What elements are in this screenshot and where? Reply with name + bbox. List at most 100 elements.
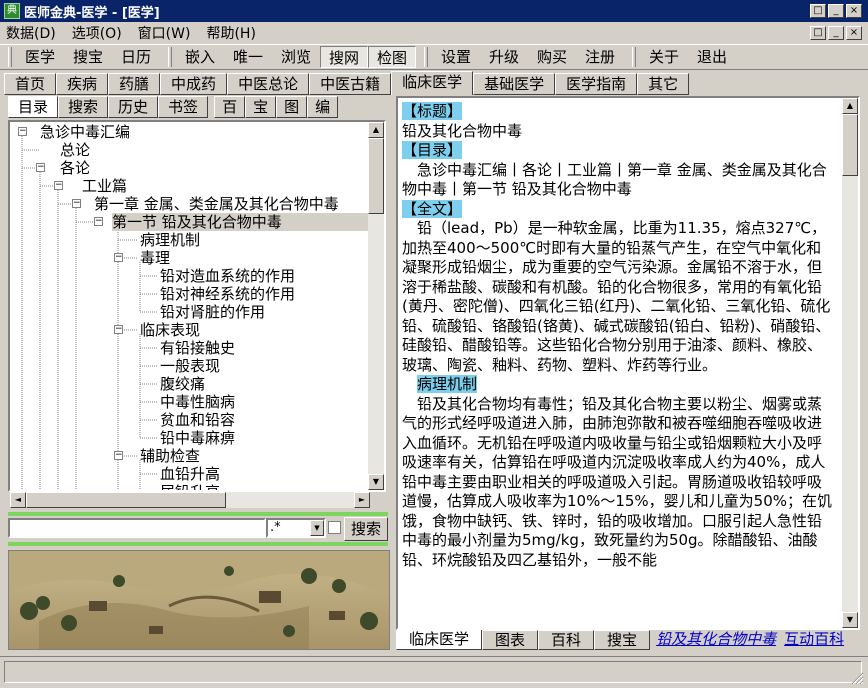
tree-node[interactable]: 尿铅升高 bbox=[160, 483, 220, 490]
tab-treasure[interactable]: 宝 bbox=[245, 96, 277, 118]
toolbar-grip[interactable] bbox=[168, 47, 172, 67]
tab-encyclopedia[interactable]: 百 bbox=[214, 96, 246, 118]
scroll-down-icon[interactable]: ▼ bbox=[842, 612, 858, 628]
toolbar-exit-button[interactable]: 退出 bbox=[688, 46, 736, 68]
resize-grip-icon[interactable] bbox=[850, 671, 864, 685]
scroll-up-icon[interactable]: ▲ bbox=[368, 122, 384, 138]
scroll-thumb[interactable] bbox=[26, 492, 226, 508]
tree-node[interactable]: 病理机制 bbox=[140, 231, 200, 249]
menu-options[interactable]: 选项(O) bbox=[64, 23, 130, 43]
mdi-minimize-button[interactable]: _ bbox=[828, 26, 844, 40]
tree-node[interactable]: 铅对神经系统的作用 bbox=[160, 285, 295, 303]
expand-toggle-icon[interactable]: − bbox=[72, 199, 81, 208]
toolbar-grip[interactable] bbox=[424, 47, 428, 67]
scroll-up-icon[interactable]: ▲ bbox=[842, 98, 858, 114]
tree-node[interactable]: 总论 bbox=[60, 141, 90, 159]
tree-node[interactable]: 铅中毒麻痹 bbox=[160, 429, 235, 447]
toolbar-browse-button[interactable]: 浏览 bbox=[272, 46, 320, 68]
tab-charts[interactable]: 图表 bbox=[482, 630, 539, 650]
tab-images[interactable]: 图 bbox=[276, 96, 308, 118]
expand-toggle-icon[interactable]: − bbox=[36, 163, 45, 172]
tree-vertical-scrollbar[interactable]: ▲ ▼ bbox=[368, 122, 384, 490]
tab-patent-medicine[interactable]: 中成药 bbox=[160, 73, 228, 95]
toolbar-settings-button[interactable]: 设置 bbox=[432, 46, 480, 68]
tree-node[interactable]: 有铅接触史 bbox=[160, 339, 235, 357]
toolbar-upgrade-button[interactable]: 升级 bbox=[480, 46, 528, 68]
toolbar-web-search-button[interactable]: 搜网 bbox=[320, 46, 368, 68]
tree-node[interactable]: 工业篇 bbox=[82, 177, 127, 195]
expand-toggle-icon[interactable]: − bbox=[114, 451, 123, 460]
toolbar-embed-button[interactable]: 嵌入 bbox=[176, 46, 224, 68]
tab-basic-medicine[interactable]: 基础医学 bbox=[473, 73, 556, 95]
tree-node[interactable]: 第一章 金属、类金属及其化合物中毒 bbox=[94, 195, 339, 213]
tree-node[interactable]: 辅助检查 bbox=[140, 447, 200, 465]
tab-catalog[interactable]: 目录 bbox=[8, 96, 59, 118]
scroll-right-icon[interactable]: ► bbox=[354, 492, 370, 508]
tab-medicated-diet[interactable]: 药膳 bbox=[108, 73, 161, 95]
tab-home[interactable]: 首页 bbox=[4, 73, 57, 95]
tree-node[interactable]: 中毒性脑病 bbox=[160, 393, 235, 411]
article-content[interactable]: 【标题】 铅及其化合物中毒 【目录】 急诊中毒汇编丨各论丨工业篇丨第一章 金属、… bbox=[396, 96, 860, 630]
tab-search[interactable]: 搜索 bbox=[58, 96, 109, 118]
regex-checkbox[interactable] bbox=[328, 521, 341, 534]
toolbar-grip[interactable] bbox=[632, 47, 636, 67]
tab-clinical-medicine[interactable]: 临床医学 bbox=[391, 71, 474, 95]
toolbar-buy-button[interactable]: 购买 bbox=[528, 46, 576, 68]
toolbar-search-treasure-button[interactable]: 搜宝 bbox=[64, 46, 112, 68]
tree-horizontal-scrollbar[interactable]: ◄ ► bbox=[10, 492, 370, 508]
tab-tcm-classics[interactable]: 中医古籍 bbox=[309, 73, 392, 95]
tab-diseases[interactable]: 疾病 bbox=[56, 73, 109, 95]
tree-node[interactable]: 急诊中毒汇编 bbox=[40, 123, 130, 141]
scroll-thumb[interactable] bbox=[368, 138, 384, 214]
scroll-down-icon[interactable]: ▼ bbox=[368, 474, 384, 490]
tree-node[interactable]: 临床表现 bbox=[140, 321, 200, 339]
tree-node-selected[interactable]: 第一节 铅及其化合物中毒 bbox=[112, 213, 374, 231]
toolbar-grip[interactable] bbox=[8, 47, 12, 67]
scroll-thumb[interactable] bbox=[842, 114, 858, 176]
tree-node[interactable]: 铅对造血系统的作用 bbox=[160, 267, 295, 285]
tree-node[interactable]: 毒理 bbox=[140, 249, 170, 267]
tab-history[interactable]: 历史 bbox=[108, 96, 159, 118]
expand-toggle-icon[interactable]: − bbox=[94, 217, 103, 226]
tab-medical-guide[interactable]: 医学指南 bbox=[555, 73, 638, 95]
tree-node[interactable]: 各论 bbox=[60, 159, 90, 177]
tab-bookmarks[interactable]: 书签 bbox=[158, 96, 209, 118]
tab-clinical-medicine-bottom[interactable]: 临床医学 bbox=[396, 630, 483, 650]
toolbar-register-button[interactable]: 注册 bbox=[576, 46, 624, 68]
content-vertical-scrollbar[interactable]: ▲ ▼ bbox=[842, 98, 858, 628]
tab-encyclopedia-bottom[interactable]: 百科 bbox=[538, 630, 595, 650]
menu-data[interactable]: 数据(D) bbox=[0, 23, 64, 43]
toolbar-calendar-button[interactable]: 日历 bbox=[112, 46, 160, 68]
tab-other[interactable]: 其它 bbox=[637, 73, 690, 95]
menu-help[interactable]: 帮助(H) bbox=[198, 23, 263, 43]
tree-node[interactable]: 腹绞痛 bbox=[160, 375, 205, 393]
toolbar-about-button[interactable]: 关于 bbox=[640, 46, 688, 68]
tab-tcm-overview[interactable]: 中医总论 bbox=[227, 73, 310, 95]
minimize-button[interactable]: _ bbox=[828, 4, 844, 18]
tab-search-treasure-bottom[interactable]: 搜宝 bbox=[594, 630, 651, 650]
article-link[interactable]: 铅及其化合物中毒 bbox=[656, 630, 776, 648]
search-button[interactable]: 搜索 bbox=[344, 517, 388, 541]
expand-toggle-icon[interactable]: − bbox=[18, 127, 27, 136]
toolbar-image-search-button[interactable]: 检图 bbox=[368, 46, 416, 68]
expand-toggle-icon[interactable]: − bbox=[114, 325, 123, 334]
toolbar-unique-button[interactable]: 唯一 bbox=[224, 46, 272, 68]
tree-node[interactable]: 贫血和铅容 bbox=[160, 411, 235, 429]
mdi-close-button[interactable]: × bbox=[846, 26, 862, 40]
tree-node[interactable]: 一般表现 bbox=[160, 357, 220, 375]
expand-toggle-icon[interactable]: − bbox=[114, 253, 123, 262]
hudong-baike-link[interactable]: 互动百科 bbox=[784, 630, 844, 648]
maximize-button[interactable]: □ bbox=[810, 4, 826, 18]
scroll-left-icon[interactable]: ◄ bbox=[10, 492, 26, 508]
tab-edit[interactable]: 编 bbox=[307, 96, 339, 118]
tree-node[interactable]: 血铅升高 bbox=[160, 465, 220, 483]
expand-toggle-icon[interactable]: − bbox=[54, 181, 63, 190]
close-button[interactable]: × bbox=[846, 4, 862, 18]
dropdown-arrow-icon[interactable]: ▼ bbox=[310, 520, 324, 536]
menu-window[interactable]: 窗口(W) bbox=[130, 23, 199, 43]
mdi-restore-button[interactable]: □ bbox=[810, 26, 826, 40]
regex-dropdown[interactable]: .* ▼ bbox=[266, 518, 326, 538]
catalog-tree[interactable]: − − − − − − − − 急诊中毒汇编 总论 各论 工业篇 第一章 金属、… bbox=[8, 120, 386, 492]
search-input[interactable] bbox=[8, 518, 266, 538]
tree-node[interactable]: 铅对肾脏的作用 bbox=[160, 303, 265, 321]
